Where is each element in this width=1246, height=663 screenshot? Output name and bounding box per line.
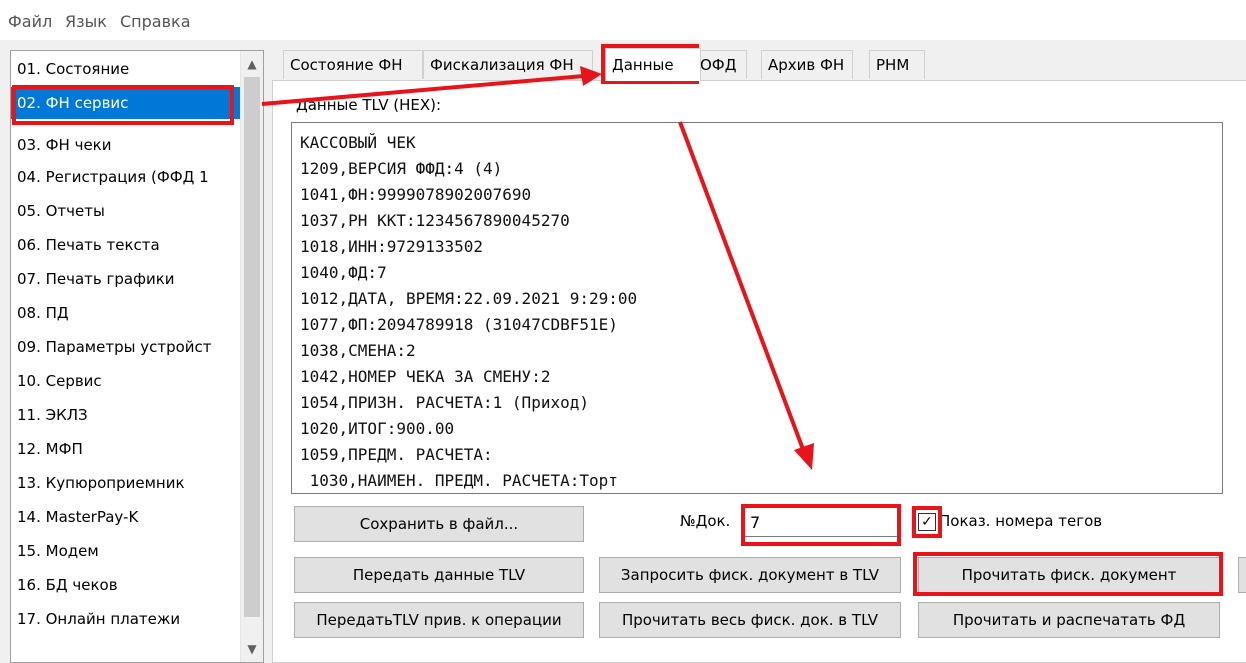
doc-number-label: №Док. [680,512,731,530]
sidebar-item-fn-receipts[interactable]: 03. ФН чеки [11,129,245,161]
tlv-line: 1077,ФП:2094789918 (31047CDBF51E) [300,315,618,334]
tlv-line: 1038,СМЕНА:2 [300,341,416,360]
read-full-fd-tlv-button[interactable]: Прочитать весь фиск. док. в TLV [599,602,901,638]
read-fd-button[interactable]: Прочитать фиск. документ [918,557,1220,593]
sidebar-item-print-graphics[interactable]: 07. Печать графики [11,263,245,295]
tab-fn-archive[interactable]: Архив ФН [761,50,853,79]
sidebar-item-receipts-db[interactable]: 16. БД чеков [11,569,245,601]
sidebar-item-bill-acceptor[interactable]: 13. Купюроприемник [11,467,245,499]
scroll-down-icon[interactable]: ▼ [241,638,263,660]
tlv-line: 1042,НОМЕР ЧЕКА ЗА СМЕНУ:2 [300,367,551,386]
show-tag-numbers-checkbox[interactable]: ✓ [918,513,936,531]
scroll-up-icon[interactable]: ▲ [241,53,263,75]
tlv-line: 1054,ПРИЗН. РАСЧЕТА:1 (Приход) [300,393,589,412]
tab-fn-status[interactable]: Состояние ФН [283,50,423,79]
sidebar-item-status[interactable]: 01. Состояние [11,53,245,85]
tlv-line: 1209,ВЕРСИЯ ФФД:4 (4) [300,159,503,178]
doc-number-input[interactable]: 7 [743,507,898,537]
menu-help[interactable]: Справка [120,12,191,31]
send-tlv-op-button[interactable]: ПередатьTLV прив. к операции [294,602,584,638]
sidebar-item-pd[interactable]: 08. ПД [11,297,245,329]
tab-data[interactable]: Данные [605,48,701,81]
tlv-line: 1040,ФД:7 [300,263,387,282]
sidebar-item-reports[interactable]: 05. Отчеты [11,195,245,227]
tlv-line: 1012,ДАТА, ВРЕМЯ:22.09.2021 9:29:00 [300,289,638,308]
tlv-line: 1018,ИНН:9729133502 [300,237,484,256]
menu-bar: Файл Язык Справка [0,0,1246,40]
scroll-thumb[interactable] [244,77,260,617]
sidebar-item-eklz[interactable]: 11. ЭКЛЗ [11,399,245,431]
sidebar-item-modem[interactable]: 15. Модем [11,535,245,567]
tlv-line: 1041,ФН:9999078902007690 [300,185,532,204]
sidebar-item-service[interactable]: 10. Сервис [11,365,245,397]
sidebar-item-registration[interactable]: 04. Регистрация (ФФД 1 [11,161,245,193]
tlv-textarea[interactable]: КАССОВЫЙ ЧЕК 1209,ВЕРСИЯ ФФД:4 (4) 1041,… [291,122,1223,494]
tab-ofd[interactable]: ОФД [693,50,747,79]
sidebar-item-mfp[interactable]: 12. МФП [11,433,245,465]
request-fd-tlv-button[interactable]: Запросить фиск. документ в TLV [599,557,901,593]
tlv-line: КАССОВЫЙ ЧЕК [300,133,416,152]
sidebar-scrollbar[interactable]: ▲ ▼ [240,51,263,662]
tab-fn-fiscalization[interactable]: Фискализация ФН [423,50,593,79]
read-print-fd-button[interactable]: Прочитать и распечатать ФД [918,602,1220,638]
tlv-line: 1030,НАИМЕН. ПРЕДМ. РАСЧЕТА:Торт [300,471,618,490]
sidebar-item-online-payments[interactable]: 17. Онлайн платежи [11,603,245,635]
save-to-file-button[interactable]: Сохранить в файл... [294,506,584,542]
tlv-line: 1020,ИТОГ:900.00 [300,419,455,438]
show-tag-numbers-label: Показ. номера тегов [939,512,1103,530]
sidebar-item-fn-service[interactable]: 02. ФН сервис [11,87,245,119]
tlv-data-label: Данные TLV (HEX): [296,96,442,114]
menu-language[interactable]: Язык [65,12,107,31]
partial-button[interactable] [1238,557,1246,593]
tlv-line: 1037,РН ККТ:1234567890045270 [300,211,570,230]
sidebar-item-device-params[interactable]: 09. Параметры устройст [11,331,245,363]
tlv-line: 1059,ПРЕДМ. РАСЧЕТА: [300,445,493,464]
menu-file[interactable]: Файл [8,12,52,31]
sidebar-item-print-text[interactable]: 06. Печать текста [11,229,245,261]
sidebar-list: 01. Состояние 02. ФН сервис 03. ФН чеки … [10,50,264,663]
sidebar-item-masterpay[interactable]: 14. MasterPay-K [11,501,245,533]
tab-rnm[interactable]: РНМ [869,50,925,79]
send-tlv-button[interactable]: Передать данные TLV [294,557,584,593]
